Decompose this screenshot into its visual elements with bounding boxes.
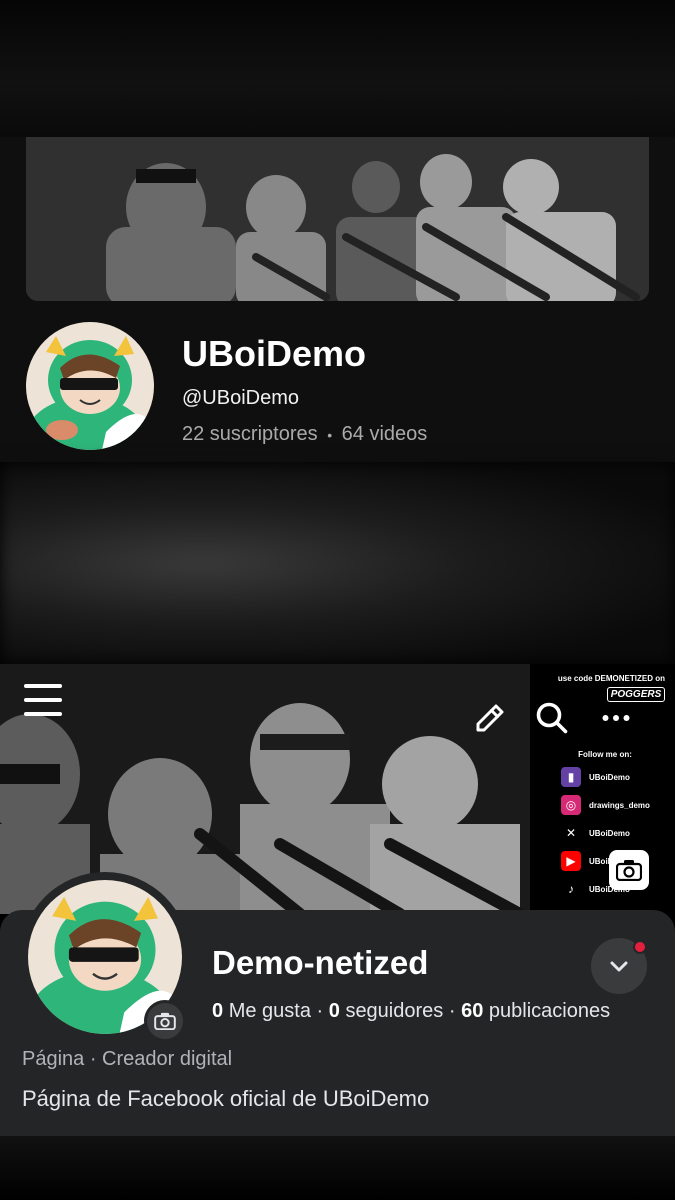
channel-name: UBoiDemo <box>182 333 367 374</box>
page-stats: 0 Me gusta · 0 seguidores · 60 publicaci… <box>212 1000 610 1023</box>
edit-icon[interactable] <box>472 700 508 736</box>
youtube-channel-header: UBoiDemo @UBoiDemo 22 suscriptores • 64 … <box>0 137 675 462</box>
channel-banner <box>26 137 649 301</box>
page-info-panel: Demo-netized 0 Me gusta · 0 seguidores ·… <box>0 872 675 1136</box>
blurred-background-top <box>0 0 675 137</box>
camera-icon <box>154 1012 176 1030</box>
blurred-background-middle <box>0 462 675 664</box>
page-category: Página · Creador digital <box>22 1048 233 1070</box>
profile-switch-dropdown[interactable] <box>591 938 647 994</box>
blurred-background-bottom <box>0 1136 675 1200</box>
promo-code-text: use code DEMONETIZED on <box>557 674 665 683</box>
channel-handle: @UBoiDemo <box>182 387 300 409</box>
chevron-down-icon <box>610 961 628 972</box>
edit-profile-picture-button[interactable] <box>144 1000 186 1042</box>
subscriber-count: 22 suscriptores <box>182 423 318 445</box>
social-instagram: ◎ drawings_demo <box>561 795 665 815</box>
tiktok-icon: ♪ <box>561 879 581 899</box>
edit-cover-camera-button[interactable] <box>609 850 649 890</box>
page-description: Página de Facebook oficial de UBoiDemo <box>22 1086 430 1111</box>
camera-icon <box>616 860 642 881</box>
stats-separator: · <box>448 1000 456 1022</box>
channel-avatar[interactable] <box>26 322 154 450</box>
followers-label[interactable]: seguidores <box>345 1000 443 1022</box>
stats-separator: · <box>316 1000 324 1022</box>
posts-count: 60 <box>461 1000 484 1022</box>
stats-separator: • <box>327 427 333 443</box>
menu-icon[interactable] <box>24 684 62 716</box>
poggers-logo: POGGERS <box>607 687 665 702</box>
channel-stats: 22 suscriptores • 64 videos <box>182 423 427 446</box>
page-name: Demo-netized <box>212 944 429 981</box>
likes-count: 0 <box>212 1000 224 1022</box>
notification-dot <box>633 940 647 954</box>
likes-label[interactable]: Me gusta <box>229 1000 311 1022</box>
facebook-page-header: use code DEMONETIZED on POGGERS Follow m… <box>0 664 675 1136</box>
followers-count: 0 <box>328 1000 340 1022</box>
instagram-icon: ◎ <box>561 795 581 815</box>
posts-label[interactable]: publicaciones <box>489 1000 610 1022</box>
video-count: 64 videos <box>341 423 428 445</box>
x-icon: ✕ <box>561 823 581 843</box>
follow-me-text: Follow me on: <box>578 750 632 759</box>
youtube-icon: ▶ <box>561 851 581 871</box>
social-x: ✕ UBoiDemo <box>561 823 665 843</box>
twitch-icon: ▮ <box>561 767 581 787</box>
social-twitch: ▮ UBoiDemo <box>561 767 665 787</box>
